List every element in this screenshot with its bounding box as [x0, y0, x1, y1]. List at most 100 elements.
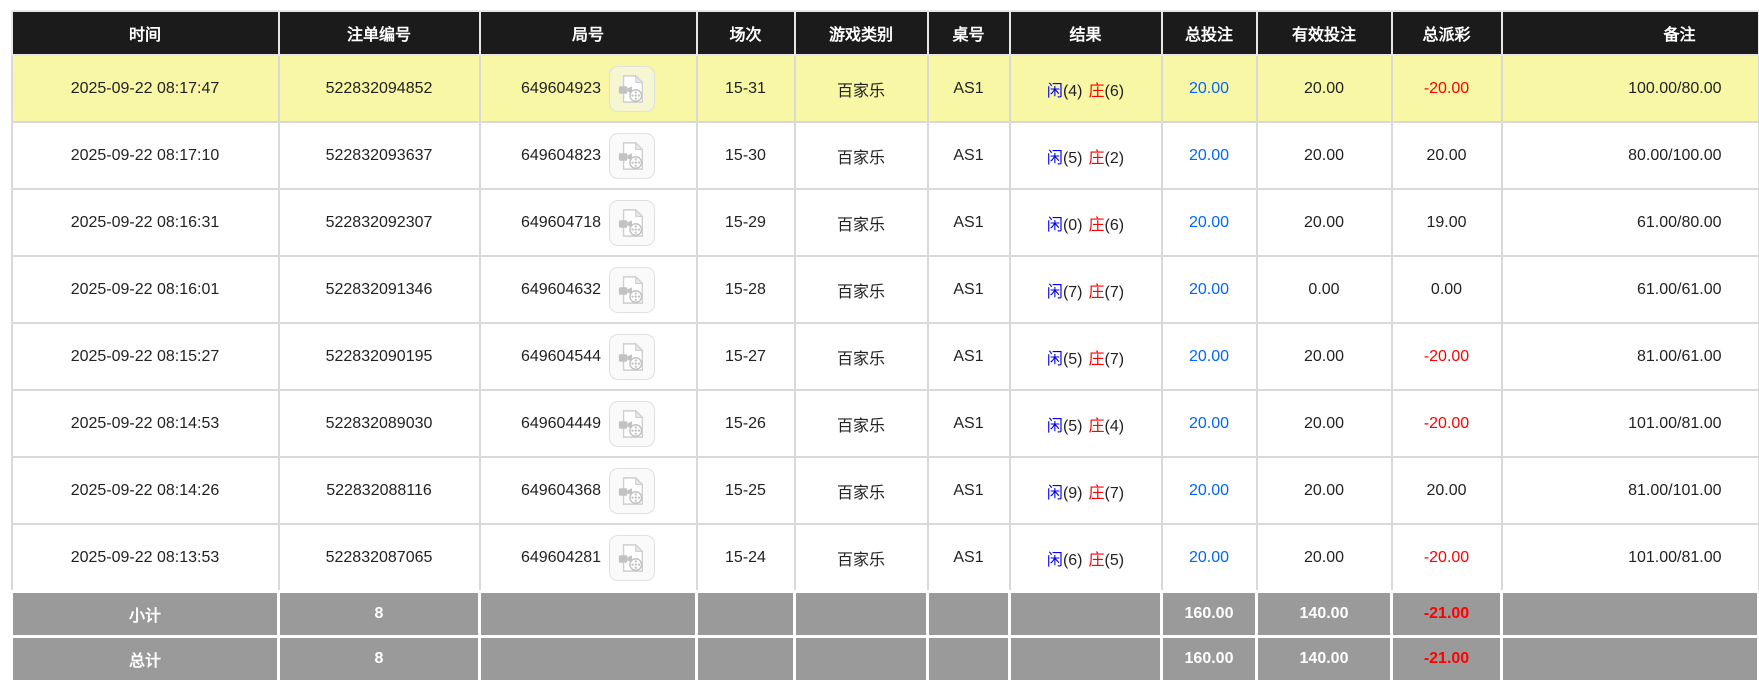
cell-total-payout: -20.00 [1390, 54, 1503, 123]
bet-id-value: 522832089030 [325, 414, 433, 432]
cell-table-no: AS1 [926, 389, 1011, 458]
result-banker-label: 庄 [1088, 283, 1105, 301]
result-player-points: (5) [1062, 417, 1083, 435]
table-no-value: AS1 [953, 414, 984, 432]
video-replay-button[interactable] [609, 266, 656, 313]
session-value: 15-26 [725, 414, 766, 432]
result-banker-label: 庄 [1088, 484, 1105, 502]
column-header-session: 场次 [695, 10, 796, 56]
video-replay-button[interactable] [609, 467, 656, 514]
cell-round-no: 649604632 [478, 255, 698, 324]
table-row[interactable]: 2025-09-22 08:17:47 522832094852 6496049… [10, 54, 1759, 123]
table-row[interactable]: 2025-09-22 08:13:53 522832087065 6496042… [10, 523, 1759, 593]
total-bet-link[interactable]: 20.00 [1189, 549, 1229, 566]
cell-session: 15-30 [695, 121, 796, 190]
cell-game-type: 百家乐 [793, 188, 929, 257]
cell-valid-bet: 20.00 [1255, 456, 1393, 525]
result-player-points: (6) [1062, 551, 1083, 569]
cell-total-bet: 20.00 [1160, 322, 1258, 391]
total-bet-link[interactable]: 20.00 [1189, 80, 1229, 97]
cell-session: 15-26 [695, 389, 796, 458]
game-type-value: 百家乐 [836, 350, 885, 368]
total-bet-link[interactable]: 20.00 [1189, 214, 1229, 231]
cell-remark: 61.00/80.00 [1500, 188, 1759, 257]
valid-bet-value: 0.00 [1308, 280, 1340, 298]
total-payout-value: 20.00 [1426, 146, 1467, 164]
round-no-value: 649604923 [520, 79, 602, 97]
grand-total-label: 总计 [10, 635, 280, 683]
cell-total-bet: 20.00 [1160, 255, 1258, 324]
cell-game-type: 百家乐 [793, 523, 929, 593]
cell-result: 闲(4) 庄(6) [1008, 54, 1163, 123]
table-row[interactable]: 2025-09-22 08:17:10 522832093637 6496048… [10, 121, 1759, 190]
table-no-value: AS1 [953, 79, 984, 97]
result-player-label: 闲 [1046, 484, 1063, 502]
result-player-points: (4) [1062, 82, 1083, 100]
game-type-value: 百家乐 [836, 82, 885, 100]
result-player-points: (7) [1062, 283, 1083, 301]
result-banker-label: 庄 [1088, 551, 1105, 569]
grand-total-total-bet: 160.00 [1160, 635, 1258, 683]
subtotal-total-payout: -21.00 [1390, 590, 1503, 638]
cell-valid-bet: 20.00 [1255, 322, 1393, 391]
cell-total-bet: 20.00 [1160, 523, 1258, 593]
header-row: 时间 注单编号 局号 场次 游戏类别 桌号 结果 总投注 有效投注 总派彩 备注 [10, 10, 1759, 56]
video-replay-button[interactable] [609, 199, 656, 246]
cell-time: 2025-09-22 08:17:47 [10, 54, 280, 123]
time-value: 2025-09-22 08:16:31 [70, 213, 220, 231]
remark-value: 80.00/100.00 [1628, 146, 1722, 164]
column-header-bet-id: 注单编号 [277, 10, 481, 56]
time-value: 2025-09-22 08:17:10 [70, 146, 220, 164]
result-banker-points: (6) [1104, 82, 1125, 100]
cell-bet-id: 522832091346 [277, 255, 481, 324]
table-row[interactable]: 2025-09-22 08:14:53 522832089030 6496044… [10, 389, 1759, 458]
valid-bet-value: 20.00 [1303, 548, 1345, 566]
result-banker-label: 庄 [1088, 417, 1105, 435]
game-type-value: 百家乐 [836, 417, 885, 435]
total-bet-link[interactable]: 20.00 [1189, 415, 1229, 432]
video-file-icon [618, 74, 644, 103]
table-header: 时间 注单编号 局号 场次 游戏类别 桌号 结果 总投注 有效投注 总派彩 备注 [10, 10, 1759, 56]
cell-total-payout: -20.00 [1390, 322, 1503, 391]
valid-bet-value: 20.00 [1303, 213, 1345, 231]
remark-value: 100.00/80.00 [1628, 79, 1722, 97]
result-player-points: (9) [1062, 484, 1083, 502]
cell-remark: 101.00/81.00 [1500, 389, 1759, 458]
total-bet-link[interactable]: 20.00 [1189, 281, 1229, 298]
video-file-icon [618, 342, 644, 371]
cell-total-bet: 20.00 [1160, 121, 1258, 190]
empty-cell [478, 590, 698, 638]
table-row[interactable]: 2025-09-22 08:16:31 522832092307 6496047… [10, 188, 1759, 257]
session-value: 15-24 [725, 548, 766, 566]
bet-id-value: 522832092307 [325, 213, 433, 231]
round-no-value: 649604281 [520, 548, 602, 566]
cell-game-type: 百家乐 [793, 456, 929, 525]
table-row[interactable]: 2025-09-22 08:14:26 522832088116 6496043… [10, 456, 1759, 525]
round-no-value: 649604632 [520, 280, 602, 298]
result-banker-points: (6) [1104, 216, 1125, 234]
video-replay-button[interactable] [609, 333, 656, 380]
video-replay-button[interactable] [609, 132, 656, 179]
total-bet-link[interactable]: 20.00 [1189, 348, 1229, 365]
game-type-value: 百家乐 [836, 149, 885, 167]
session-value: 15-25 [725, 481, 766, 499]
video-replay-button[interactable] [609, 400, 656, 447]
video-replay-button[interactable] [609, 534, 656, 581]
cell-game-type: 百家乐 [793, 121, 929, 190]
bet-id-value: 522832091346 [325, 280, 433, 298]
cell-game-type: 百家乐 [793, 322, 929, 391]
video-replay-button[interactable] [609, 65, 656, 112]
table-row[interactable]: 2025-09-22 08:16:01 522832091346 6496046… [10, 255, 1759, 324]
cell-time: 2025-09-22 08:15:27 [10, 322, 280, 391]
empty-cell [926, 590, 1011, 638]
total-bet-link[interactable]: 20.00 [1189, 482, 1229, 499]
total-bet-link[interactable]: 20.00 [1189, 147, 1229, 164]
table-row[interactable]: 2025-09-22 08:15:27 522832090195 6496045… [10, 322, 1759, 391]
empty-cell [1008, 590, 1163, 638]
column-header-result: 结果 [1008, 10, 1163, 56]
cell-total-payout: 0.00 [1390, 255, 1503, 324]
cell-valid-bet: 20.00 [1255, 389, 1393, 458]
cell-valid-bet: 20.00 [1255, 188, 1393, 257]
bet-history-table: 时间 注单编号 局号 场次 游戏类别 桌号 结果 总投注 有效投注 总派彩 备注… [10, 10, 1759, 683]
total-payout-value: -20.00 [1423, 347, 1470, 365]
